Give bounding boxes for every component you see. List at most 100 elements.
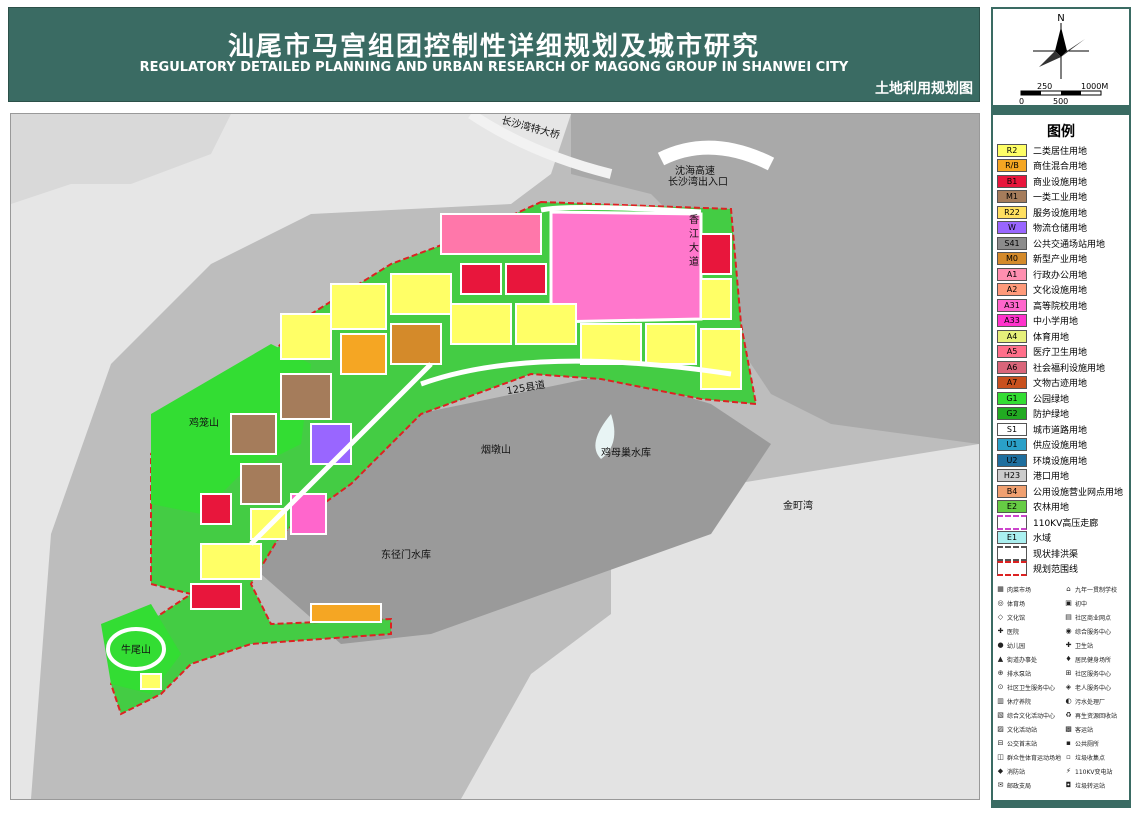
- facility-legend-item: ♦ 居民健身场所: [1065, 655, 1111, 665]
- legend-swatch: M1: [997, 190, 1027, 203]
- legend-swatch: G2: [997, 407, 1027, 420]
- sports-ground-icon: ◫: [997, 753, 1004, 761]
- cultural-station-icon: ▨: [997, 725, 1004, 733]
- scale-250: 250: [1037, 82, 1052, 91]
- sewage-icon: ◐: [1065, 697, 1072, 705]
- label-yandun-mountain: 烟墩山: [481, 445, 511, 456]
- stadium-icon: ◎: [997, 599, 1004, 607]
- legend-swatch: A4: [997, 329, 1027, 343]
- legend-item: U2 环境设施用地: [997, 453, 1087, 467]
- legend-item: A5 医疗卫生用地: [997, 345, 1087, 359]
- garbage-point-icon: ▫: [1066, 753, 1071, 761]
- facility-legend-item: ▧ 综合文化活动中心: [997, 711, 1055, 721]
- facility-legend-item: ✚ 卫生站: [1065, 641, 1094, 651]
- legend-swatch: E1: [997, 531, 1027, 544]
- legend-swatch: A33: [997, 314, 1027, 327]
- legend-swatch: A5: [997, 345, 1027, 358]
- legend-swatch: B1: [997, 174, 1027, 188]
- school-icon: ⌂: [1066, 585, 1071, 593]
- legend-label: 物流仓储用地: [1033, 224, 1088, 234]
- legend-item: G2 防护绿地: [997, 407, 1069, 421]
- legend-item: W 物流仓储用地: [997, 221, 1087, 235]
- scale-500: 500: [1053, 97, 1068, 105]
- legend-label: 文化设施用地: [1033, 286, 1088, 296]
- legend-swatch: H23: [997, 469, 1027, 482]
- legend-item: A6 社会福利设施用地: [997, 360, 1105, 374]
- label-exit: 长沙湾出入口: [668, 177, 728, 188]
- legend-item: A1 行政办公用地: [997, 267, 1087, 281]
- legend-swatch: U2: [997, 453, 1027, 467]
- facility-legend-label: 初中: [1075, 601, 1088, 608]
- scale-1000m: 1000M: [1081, 82, 1108, 91]
- legend-swatch: A2: [997, 283, 1027, 296]
- legend-label: 110KV高压走廊: [1033, 518, 1099, 529]
- legend-label: 文物古迹用地: [1033, 379, 1088, 389]
- facility-legend-item: ● 幼儿园: [997, 641, 1025, 651]
- facility-legend-item: ✉ 邮政支局: [997, 781, 1032, 791]
- facility-legend-label: 社区卫生服务中心: [1007, 685, 1056, 692]
- legend-item: A31 高等院校用地: [997, 298, 1087, 312]
- bus-terminal-icon: ⊟: [997, 739, 1004, 747]
- facility-legend-item: ⊕ 排水泵站: [997, 669, 1031, 679]
- legend-label: 高等院校用地: [1033, 301, 1088, 312]
- legend-item: G1 公园绿地: [997, 391, 1069, 405]
- legend-item: 110KV高压走廊: [997, 514, 1099, 530]
- facility-legend-label: 卫生站: [1075, 643, 1094, 650]
- legend-label: 新型产业用地: [1033, 255, 1088, 265]
- facility-legend-item: ◎ 体育场: [997, 599, 1025, 609]
- transfer-icon: ◘: [1065, 781, 1072, 789]
- post-icon: ✉: [997, 781, 1004, 789]
- recycle-icon: ♻: [1065, 711, 1072, 719]
- facility-legend-item: ⊞ 社区服务中心: [1065, 669, 1111, 679]
- facility-legend-item: ▩ 客运站: [1065, 725, 1093, 735]
- facility-legend-item: ⊙ 社区卫生服务中心: [997, 683, 1056, 693]
- elderly-icon: ◈: [1065, 683, 1072, 691]
- facility-legend-item: ▥ 休疗养院: [997, 697, 1031, 707]
- facility-legend-label: 医院: [1007, 629, 1020, 636]
- facility-legend-item: ▨ 文化活动站: [997, 725, 1037, 735]
- legend-label: 环境设施用地: [1033, 456, 1088, 467]
- legend-label: 社会福利设施用地: [1033, 363, 1106, 374]
- legend-item: R22 服务设施用地: [997, 205, 1087, 219]
- legend-swatch: S41: [997, 236, 1027, 250]
- toilet-icon: ▪: [1066, 739, 1071, 747]
- legend-panel: 图例 R2 二类居住用地 R/B 商住混合用地 B1 商业设施用地 M1 一类工业用地 R22 服…: [993, 115, 1129, 800]
- legend-label: 医疗卫生用地: [1033, 348, 1088, 358]
- legend-swatch: A7: [997, 376, 1027, 389]
- facility-legend-label: 公交首末站: [1007, 741, 1038, 748]
- fitness-icon: ♦: [1065, 655, 1072, 663]
- office-icon: ▲: [997, 655, 1004, 663]
- facility-legend-item: ◈ 老人服务中心: [1065, 683, 1112, 693]
- map-canvas: [11, 114, 979, 799]
- legend-item: E2 农林用地: [997, 500, 1069, 514]
- legend-swatch: W: [997, 221, 1027, 234]
- legend-item: M1 一类工业用地: [997, 190, 1087, 204]
- label-dongjing-reservoir: 东径门水库: [381, 550, 431, 561]
- legend-sidebar: N 250 1000M 0 500 图例 R2 二类居住用地 R/B 商住混合用地 B1…: [991, 7, 1131, 808]
- label-jimu-reservoir: 鸡母巢水库: [601, 448, 651, 459]
- market-icon: ▦: [997, 585, 1004, 593]
- facility-legend-item: ⌂ 九年一贯制学校: [1065, 585, 1117, 595]
- facility-legend-item: ◘ 垃圾转运站: [1065, 781, 1105, 791]
- label-jilong-mountain: 鸡笼山: [189, 418, 219, 429]
- legend-item: S41 公共交通场站用地: [997, 236, 1105, 250]
- facility-legend-label: 110KV变电站: [1075, 769, 1113, 776]
- facility-legend-label: 邮政支局: [1007, 783, 1032, 790]
- title-english: REGULATORY DETAILED PLANNING AND URBAN R…: [139, 60, 849, 75]
- land-use-map[interactable]: 长沙湾特大桥 沈海高速 长沙湾出入口 香江大道 125县道 鸡笼山 烟墩山 鸡母…: [10, 113, 980, 800]
- hospital-icon: ✚: [997, 627, 1004, 635]
- facility-legend-item: ⚡ 110KV变电站: [1065, 767, 1113, 777]
- legend-label: 港口用地: [1033, 472, 1070, 482]
- legend-label: 公共交通场站用地: [1033, 239, 1106, 250]
- legend-swatch: U1: [997, 438, 1027, 451]
- drainage-icon: ⊕: [997, 669, 1004, 677]
- legend-label: 防护绿地: [1033, 410, 1070, 420]
- facility-legend-item: ▲ 街道办事处: [997, 655, 1037, 665]
- facility-legend-item: ◇ 文化馆: [997, 613, 1025, 623]
- bus-station-icon: ▩: [1065, 725, 1072, 733]
- activity-center-icon: ▧: [997, 711, 1004, 719]
- facility-legend-label: 老人服务中心: [1075, 685, 1112, 692]
- legend-label: 农林用地: [1033, 503, 1070, 513]
- legend-swatch: A6: [997, 360, 1027, 374]
- label-niuwei-mountain: 牛尾山: [121, 645, 151, 656]
